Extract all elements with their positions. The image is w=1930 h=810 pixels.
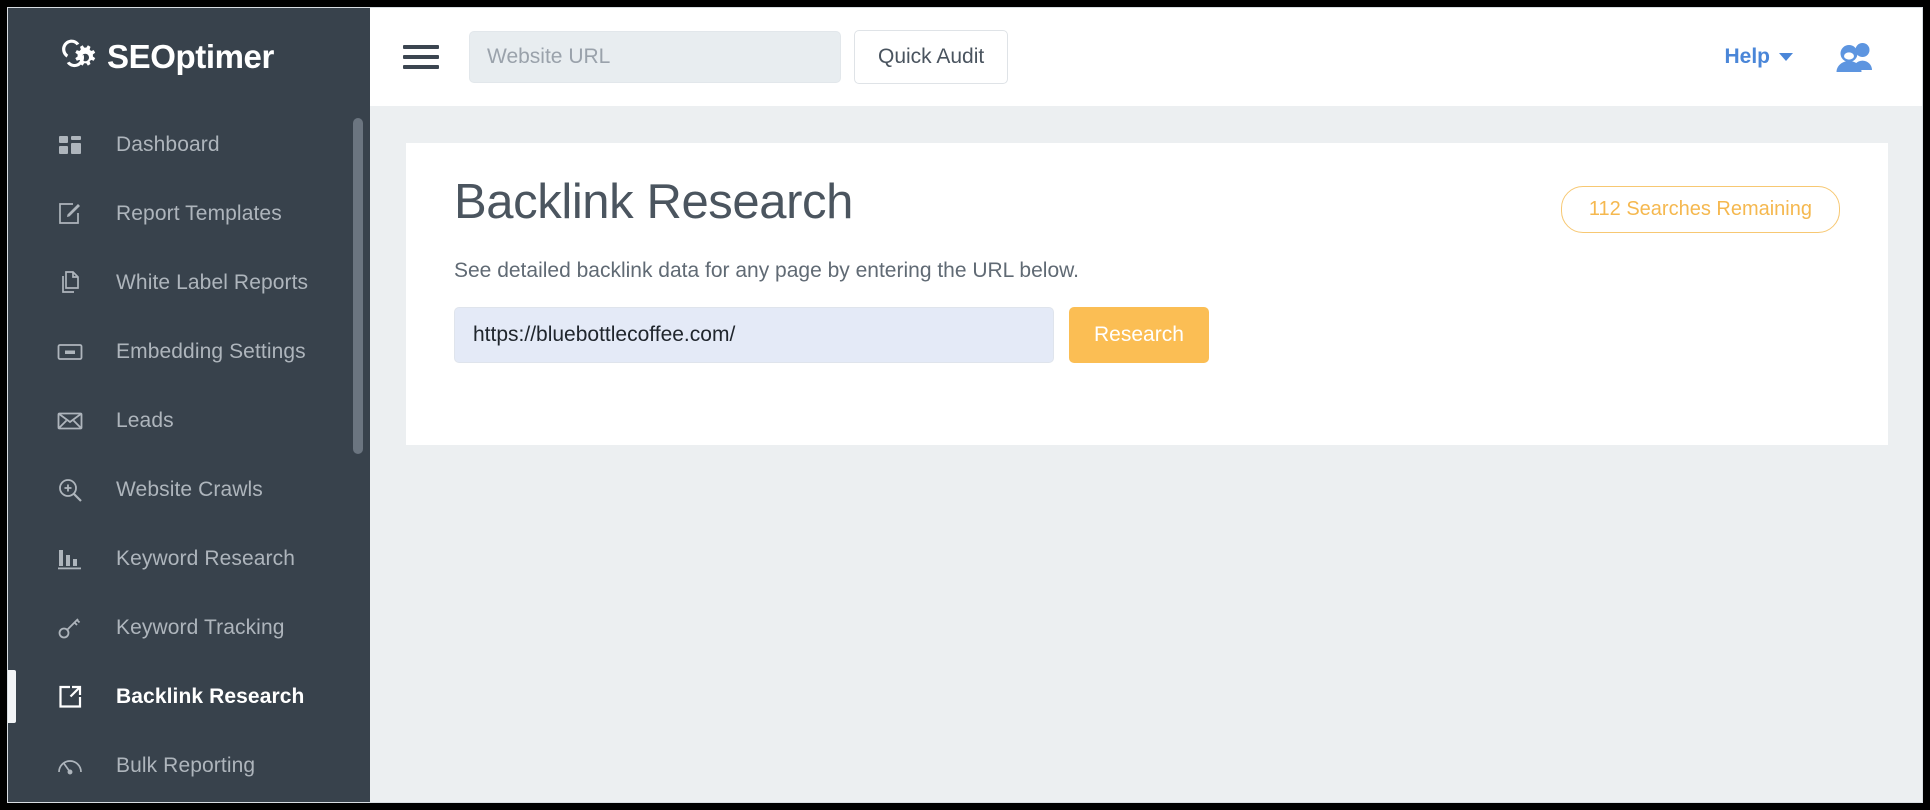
card-description: See detailed backlink data for any page … [406,233,1888,283]
envelope-icon [56,407,84,435]
magnifier-plus-icon [56,476,84,504]
sidebar-nav: Dashboard Report Templates [8,106,370,800]
sidebar-item-label: Leads [116,409,174,433]
sidebar-item-label: Keyword Research [116,547,295,571]
backlink-research-card: Backlink Research 112 Searches Remaining… [406,143,1888,445]
users-group-icon[interactable] [1833,41,1877,73]
sidebar: SEOptimer Dashboard [8,8,370,802]
sidebar-item-leads[interactable]: Leads [8,386,370,455]
sidebar-item-bulk-reporting[interactable]: Bulk Reporting [8,731,370,800]
sidebar-item-label: Embedding Settings [116,340,306,364]
external-link-icon [56,683,84,711]
sidebar-item-label: Report Templates [116,202,282,226]
help-label: Help [1724,45,1770,69]
sidebar-item-label: Bulk Reporting [116,754,255,778]
help-dropdown[interactable]: Help [1724,45,1793,69]
sidebar-item-website-crawls[interactable]: Website Crawls [8,455,370,524]
page-title: Backlink Research [454,176,853,230]
brand-logo[interactable]: SEOptimer [8,8,370,106]
gear-logo-icon [56,36,98,78]
hamburger-bar [403,65,439,69]
hamburger-bar [403,45,439,49]
sidebar-item-label: Dashboard [116,133,220,157]
sidebar-item-white-label-reports[interactable]: White Label Reports [8,248,370,317]
quick-audit-button[interactable]: Quick Audit [854,30,1008,84]
research-button[interactable]: Research [1069,307,1209,363]
gauge-icon [56,752,84,780]
sidebar-item-label: White Label Reports [116,271,308,295]
sidebar-item-dashboard[interactable]: Dashboard [8,110,370,179]
pencil-square-icon [56,200,84,228]
research-form: Research [406,283,1888,363]
hamburger-icon[interactable] [403,39,439,75]
card-header: Backlink Research 112 Searches Remaining [406,143,1888,233]
sidebar-item-label: Keyword Tracking [116,616,285,640]
sidebar-item-report-templates[interactable]: Report Templates [8,179,370,248]
documents-copy-icon [56,269,84,297]
bar-chart-icon [56,545,84,573]
hamburger-bar [403,55,439,59]
caret-down-icon [1779,53,1793,61]
sidebar-item-embedding-settings[interactable]: Embedding Settings [8,317,370,386]
dashboard-grid-icon [56,131,84,159]
embed-box-icon [56,338,84,366]
sidebar-item-backlink-research[interactable]: Backlink Research [8,662,370,731]
top-header: Quick Audit Help [370,8,1922,106]
sidebar-scrollbar[interactable] [353,106,363,802]
app-window: SEOptimer Dashboard [8,8,1922,802]
sidebar-item-label: Website Crawls [116,478,263,502]
searches-remaining-badge[interactable]: 112 Searches Remaining [1561,186,1840,233]
sidebar-item-keyword-research[interactable]: Keyword Research [8,524,370,593]
sidebar-scrollbar-thumb[interactable] [353,118,363,454]
research-url-input[interactable] [454,307,1054,363]
main-content: Backlink Research 112 Searches Remaining… [370,106,1922,802]
header-actions: Help [1724,41,1922,73]
sidebar-item-label: Backlink Research [116,685,304,709]
key-icon [56,614,84,642]
brand-name: SEOptimer [107,38,274,76]
sidebar-item-keyword-tracking[interactable]: Keyword Tracking [8,593,370,662]
website-url-input[interactable] [469,31,841,83]
